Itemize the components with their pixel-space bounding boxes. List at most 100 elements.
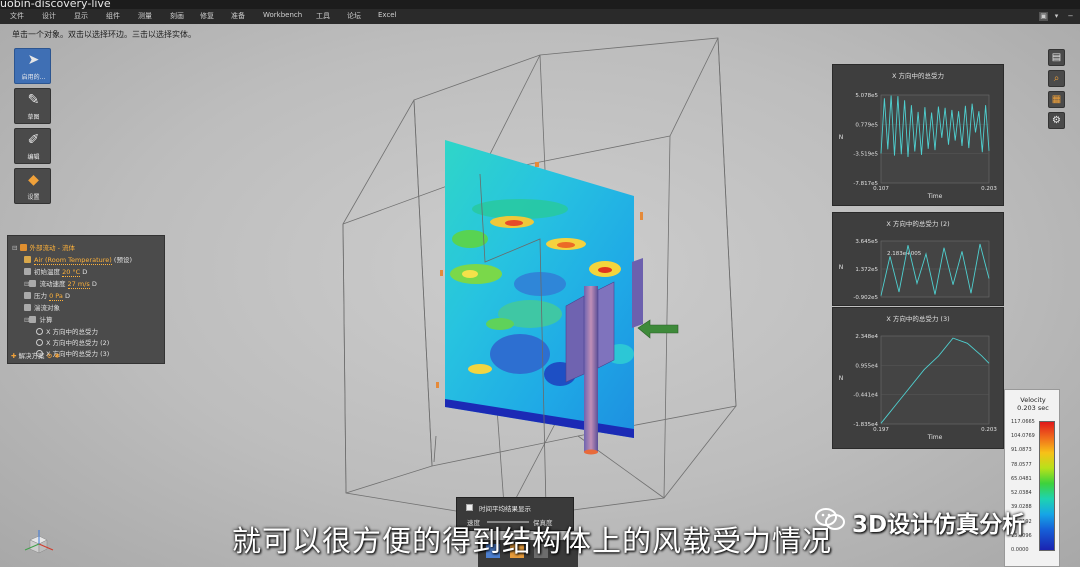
y-axis-label: N xyxy=(839,134,844,141)
menu-forum[interactable]: 论坛 xyxy=(347,11,361,21)
tool-sketch-button[interactable]: ✎ 草图 xyxy=(14,88,51,124)
view-triad[interactable] xyxy=(22,526,56,560)
turbulence-label: 湍流对象 xyxy=(34,304,60,312)
chart-1-plot: 5.078e50.779e5-3.519e5-7.817e50.107 0.203… xyxy=(839,93,998,200)
legend-time: 0.203 sec xyxy=(1017,404,1049,412)
x-tick-label: 0.203 xyxy=(981,186,997,192)
title-bar: uobin-discovery-live xyxy=(0,0,1080,9)
chart-annotation: 2.183e+005 xyxy=(887,251,922,257)
chart-2-plot: 3.645e5 1.372e5 -0.902e5 N 2.183e+005 xyxy=(839,239,990,301)
flow-speed-value[interactable]: 27 m/s xyxy=(67,280,90,289)
window-icon[interactable]: ▣ xyxy=(1039,12,1048,21)
tree-inlet-temp[interactable]: 初始温度 20 °C D xyxy=(24,266,88,277)
chart-3-plot: 2.348e40.955e4-0.441e4-1.835e40.197 0.203… xyxy=(839,334,998,441)
fluid-suffix: (预设) xyxy=(113,256,132,264)
menu-workbench[interactable]: Workbench xyxy=(263,11,302,19)
wind-direction-arrow xyxy=(637,319,679,339)
dropdown-chevron-icon[interactable]: ▾ xyxy=(1052,12,1061,21)
menu-display[interactable]: 显示 xyxy=(74,11,88,21)
legend-tick: 104.0769 xyxy=(1011,433,1035,440)
x-tick-label: 0.197 xyxy=(873,427,889,433)
solution-label: 解决方案 xyxy=(18,352,45,360)
x-axis-label: Time xyxy=(927,434,943,441)
tool-setup-button[interactable]: ◆ 设置 xyxy=(14,168,51,204)
y-tick-label: 1.372e5 xyxy=(855,267,878,273)
legend-tick: 91.0873 xyxy=(1011,447,1032,454)
force-chart-3[interactable]: X 方向中的总受力 (3) 2.348e4 0.955e4 -0.441e4 -1.8… xyxy=(832,307,1004,449)
velocity-legend[interactable]: Velocity 0.203 sec 117.0665 104.0769 91.08… xyxy=(1004,389,1060,567)
tree-pressure[interactable]: 压力 0 Pa D xyxy=(24,290,70,301)
tool-edit-button[interactable]: ✐ 编辑 xyxy=(14,128,51,164)
legend-tick: 0.0000 xyxy=(1011,547,1029,553)
legend-tick: 52.0384 xyxy=(1011,490,1032,497)
y-tick-label: 5.078e5 xyxy=(855,93,878,99)
x-tick-label: 0.203 xyxy=(981,427,997,433)
tree-calc-item-1[interactable]: X 方向中的总受力 xyxy=(36,326,98,336)
thermometer-icon xyxy=(24,268,31,275)
flow-speed-label: 流动速度 xyxy=(39,280,66,288)
flow-icon xyxy=(19,244,27,251)
tree-flow-speed[interactable]: ⊟ 流动速度 27 m/s D xyxy=(24,278,97,289)
tool-sketch-label: 草图 xyxy=(27,114,40,121)
pressure-icon xyxy=(24,292,31,299)
y-axis-label: N xyxy=(839,264,844,271)
menu-prepare[interactable]: 准备 xyxy=(231,11,245,21)
watermark-text: 3D设计仿真分析 xyxy=(852,512,1026,538)
add-solution-button[interactable]: ✚ 解决方案 ⚙ ✱ xyxy=(11,350,60,360)
layers-icon[interactable]: ▤ xyxy=(1048,49,1065,66)
pencil-icon: ✎ xyxy=(27,92,40,108)
pressure-code: D xyxy=(64,292,70,300)
watermark: 3D设计仿真分析 xyxy=(808,502,1048,538)
x-tick-label: 0.107 xyxy=(873,186,889,192)
force-chart-1[interactable]: X 方向中的总受力 5.078e5 0.779e5 -3.519e5 -7.817e5… xyxy=(832,64,1004,206)
y-tick-label: 0.955e4 xyxy=(855,363,878,369)
menu-excel[interactable]: Excel xyxy=(378,11,397,19)
tree-calc-item-2[interactable]: X 方向中的总受力 (2) xyxy=(36,337,109,347)
tree-calc[interactable]: ⊟ 计算 xyxy=(24,314,52,324)
menu-assembly[interactable]: 组件 xyxy=(106,11,120,21)
tree-root-label: 外部流动 - 流体 xyxy=(29,244,75,252)
fluid-label[interactable]: Air (Room Temperature) xyxy=(34,256,112,265)
wechat-icon xyxy=(815,508,845,530)
solution-icons: ⚙ ✱ xyxy=(46,352,60,360)
y-axis-label: N xyxy=(839,375,844,382)
fluid-icon xyxy=(24,256,31,263)
menu-repair[interactable]: 修复 xyxy=(200,11,214,21)
menu-file[interactable]: 文件 xyxy=(10,11,24,21)
minimize-icon[interactable]: − xyxy=(1066,12,1075,21)
menu-measure[interactable]: 测量 xyxy=(138,11,152,21)
simulation-tree-panel: ⊟ 外部流动 - 流体 Air (Room Temperature) (预设) … xyxy=(7,235,165,364)
y-tick-label: 2.348e4 xyxy=(855,334,878,340)
menu-design[interactable]: 设计 xyxy=(42,11,56,21)
force-chart-2[interactable]: X 方向中的总受力 (2) 3.645e5 1.372e5 -0.902e5 N 2.1… xyxy=(832,212,1004,306)
legend-tick: 78.0577 xyxy=(1011,461,1032,468)
grid-view-icon[interactable]: ▦ xyxy=(1048,91,1065,108)
gear-icon[interactable]: ⚙ xyxy=(1048,112,1065,129)
x-axis-label: Time xyxy=(927,193,943,200)
probe-icon[interactable]: ⌕ xyxy=(1048,70,1065,87)
tree-root[interactable]: ⊟ 外部流动 - 流体 xyxy=(12,242,75,252)
pressure-value[interactable]: 0 Pa xyxy=(49,292,63,301)
legend-tick: 117.0665 xyxy=(1011,419,1035,425)
tool-select-label: 启用的... xyxy=(21,74,46,81)
force-icon xyxy=(36,328,43,335)
edit-brush-icon: ✐ xyxy=(27,132,40,148)
tree-turbulence[interactable]: 湍流对象 xyxy=(24,302,60,312)
y-tick-label: 3.645e5 xyxy=(855,239,878,245)
app-title: uobin-discovery-live xyxy=(0,0,111,9)
menu-facet[interactable]: 刻画 xyxy=(170,11,184,21)
tool-select-button[interactable]: ➤ 启用的... xyxy=(14,48,51,84)
tool-edit-label: 编辑 xyxy=(27,154,40,161)
force-icon xyxy=(36,339,43,346)
time-average-checkbox[interactable] xyxy=(466,504,473,511)
3d-viewport[interactable]: 单击一个对象。双击以选择环边。三击以选择实体。 ➤ 启用的... ✎ 草图 ✐ … xyxy=(0,24,1080,567)
calc-label: 计算 xyxy=(39,316,53,324)
setup-box-icon: ◆ xyxy=(28,172,39,188)
cursor-icon: ➤ xyxy=(27,52,40,68)
inlet-temp-label: 初始温度 xyxy=(34,268,60,276)
inlet-temp-value[interactable]: 20 °C xyxy=(62,268,81,277)
calc-item-1-label: X 方向中的总受力 xyxy=(46,328,99,336)
tree-fluid[interactable]: Air (Room Temperature) (预设) xyxy=(24,254,132,265)
inlet-temp-code: D xyxy=(82,268,88,276)
menu-tools[interactable]: 工具 xyxy=(316,11,330,21)
